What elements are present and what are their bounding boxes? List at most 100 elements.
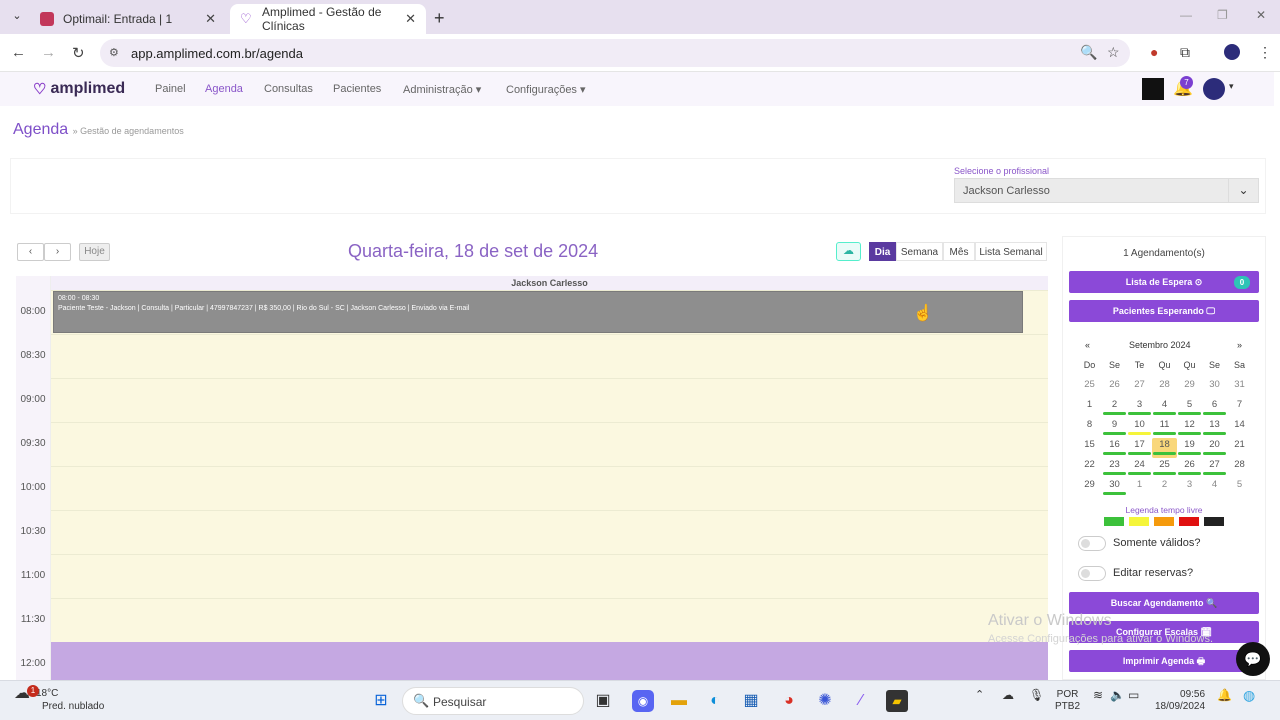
calendar-day[interactable]: 1 <box>1077 398 1102 418</box>
calendar-day[interactable]: 15 <box>1077 438 1102 458</box>
battery-icon[interactable]: ▭ <box>1128 689 1139 701</box>
calendar-day[interactable]: 18 <box>1152 438 1177 458</box>
calendar-day[interactable]: 6 <box>1202 398 1227 418</box>
notification-bell-icon[interactable]: 🔔 <box>1217 689 1232 701</box>
tab-search-icon[interactable]: ⌄ <box>8 9 26 25</box>
browser-menu-icon[interactable]: ⋮ <box>1258 44 1272 61</box>
user-avatar[interactable] <box>1203 78 1225 100</box>
reload-icon[interactable]: ↻ <box>72 44 85 62</box>
volume-icon[interactable]: 🔈 <box>1110 689 1125 701</box>
calendar-day[interactable]: 30 <box>1102 478 1127 498</box>
amplimed-logo[interactable]: ♡ amplimed <box>33 80 125 98</box>
chat-icon[interactable]: 💬 <box>1236 642 1270 676</box>
calendar-day[interactable]: 27 <box>1127 378 1152 398</box>
day-grid[interactable] <box>16 290 1048 680</box>
search-appointment-button[interactable]: Buscar Agendamento 🔍 <box>1069 592 1259 614</box>
calendar-day[interactable]: 24 <box>1127 458 1152 478</box>
tab-optimail[interactable]: Optimail: Entrada | 1 ✕ <box>30 4 226 34</box>
view-day-button[interactable]: Dia <box>869 242 896 261</box>
url-field[interactable]: ⚙ app.amplimed.com.br/agenda 🔍 ☆ <box>100 39 1130 67</box>
calendar-day[interactable]: 27 <box>1202 458 1227 478</box>
cloud-sync-icon[interactable]: ☁ <box>836 242 861 261</box>
calendar-day[interactable]: 25 <box>1077 378 1102 398</box>
user-menu-caret-icon[interactable]: ▾ <box>1229 81 1234 92</box>
calendar-day[interactable]: 4 <box>1152 398 1177 418</box>
calendar-day[interactable]: 28 <box>1152 378 1177 398</box>
calendar-day[interactable]: 2 <box>1152 478 1177 498</box>
calendar-day[interactable]: 3 <box>1127 398 1152 418</box>
calendar-day[interactable]: 10 <box>1127 418 1152 438</box>
back-icon[interactable]: ← <box>11 44 26 61</box>
nav-painel[interactable]: Painel <box>155 83 186 95</box>
extensions-puzzle-icon[interactable]: ⧉ <box>1180 44 1190 61</box>
edit-reservations-toggle[interactable] <box>1078 566 1106 581</box>
calendar-day[interactable]: 26 <box>1177 458 1202 478</box>
chevron-down-icon[interactable]: ⌄ <box>1228 179 1258 202</box>
extension-icon[interactable]: ● <box>1150 44 1158 60</box>
calendar-day[interactable]: 14 <box>1227 418 1252 438</box>
tray-expand-icon[interactable]: ⌃ <box>975 689 984 701</box>
calendar-day[interactable]: 21 <box>1227 438 1252 458</box>
view-week-button[interactable]: Semana <box>896 242 943 261</box>
today-button[interactable]: Hoje <box>79 243 110 261</box>
view-month-button[interactable]: Mês <box>943 242 975 261</box>
calendar-day[interactable]: 20 <box>1202 438 1227 458</box>
nav-configuracoes[interactable]: Configurações ▾ <box>506 83 586 96</box>
calendar-day[interactable]: 28 <box>1227 458 1252 478</box>
prev-day-button[interactable]: ‹ <box>17 243 44 261</box>
language-indicator[interactable]: POR PTB2 <box>1055 689 1080 713</box>
edge-icon[interactable]: ◐ <box>704 690 726 712</box>
minimize-icon[interactable]: — <box>1180 8 1192 22</box>
calendar-day[interactable]: 11 <box>1152 418 1177 438</box>
valid-only-toggle[interactable] <box>1078 536 1106 551</box>
discord-icon[interactable]: ◉ <box>632 690 654 712</box>
close-tab-icon[interactable]: ✕ <box>205 11 216 27</box>
calendar-day[interactable]: 23 <box>1102 458 1127 478</box>
calendar-day[interactable]: 29 <box>1077 478 1102 498</box>
print-agenda-button[interactable]: Imprimir Agenda 🖶 <box>1069 650 1259 672</box>
site-info-icon[interactable]: ⚙ <box>109 46 119 59</box>
chrome-icon[interactable]: ◕ <box>778 690 800 712</box>
clinic-logo-thumbnail[interactable] <box>1142 78 1164 100</box>
calendar-day[interactable]: 2 <box>1102 398 1127 418</box>
calendar-day[interactable]: 26 <box>1102 378 1127 398</box>
calendar-day[interactable]: 1 <box>1127 478 1152 498</box>
zoom-icon[interactable]: 🔍 <box>1080 44 1097 61</box>
profile-avatar[interactable] <box>1224 44 1240 60</box>
prev-month-button[interactable]: « <box>1085 340 1090 350</box>
calendar-day[interactable]: 17 <box>1127 438 1152 458</box>
professional-select[interactable]: Jackson Carlesso ⌄ <box>954 178 1259 203</box>
nav-pacientes[interactable]: Pacientes <box>333 83 381 95</box>
calendar-day[interactable]: 29 <box>1177 378 1202 398</box>
bookmark-star-icon[interactable]: ☆ <box>1107 44 1120 61</box>
appointment-event[interactable]: 08:00 - 08:30 Paciente Teste - Jackson |… <box>53 291 1023 333</box>
microphone-icon[interactable]: 🎙 <box>1029 689 1044 701</box>
view-weekly-list-button[interactable]: Lista Semanal <box>975 242 1047 261</box>
next-month-button[interactable]: » <box>1237 340 1242 350</box>
notes-app-icon[interactable]: ▰ <box>886 690 908 712</box>
nav-agenda[interactable]: Agenda <box>205 83 243 95</box>
clock[interactable]: 09:56 18/09/2024 <box>1155 689 1205 713</box>
windows-start-icon[interactable]: ⊞ <box>370 690 392 712</box>
waiting-patients-button[interactable]: Pacientes Esperando 🖵 <box>1069 300 1259 322</box>
file-explorer-icon[interactable]: ▬ <box>668 690 690 712</box>
calendar-day[interactable]: 25 <box>1152 458 1177 478</box>
calendar-day[interactable]: 22 <box>1077 458 1102 478</box>
next-day-button[interactable]: › <box>44 243 71 261</box>
close-tab-icon[interactable]: ✕ <box>405 11 416 27</box>
nav-administracao[interactable]: Administração ▾ <box>403 83 481 96</box>
calendar-day[interactable]: 8 <box>1077 418 1102 438</box>
nav-consultas[interactable]: Consultas <box>264 83 313 95</box>
calendar-day[interactable]: 9 <box>1102 418 1127 438</box>
calendar-day[interactable]: 31 <box>1227 378 1252 398</box>
copilot-icon[interactable]: ◍ <box>1243 688 1255 702</box>
calendar-day[interactable]: 3 <box>1177 478 1202 498</box>
maximize-icon[interactable]: ❐ <box>1217 8 1228 22</box>
tab-amplimed[interactable]: ♡ Amplimed - Gestão de Clínicas ✕ <box>230 4 426 34</box>
new-tab-icon[interactable]: + <box>434 8 445 29</box>
settings-app-icon[interactable]: ✺ <box>814 690 836 712</box>
calendar-day[interactable]: 30 <box>1202 378 1227 398</box>
blocked-slot[interactable] <box>51 642 1048 680</box>
close-window-icon[interactable]: ✕ <box>1256 8 1266 22</box>
calendar-day[interactable]: 5 <box>1177 398 1202 418</box>
